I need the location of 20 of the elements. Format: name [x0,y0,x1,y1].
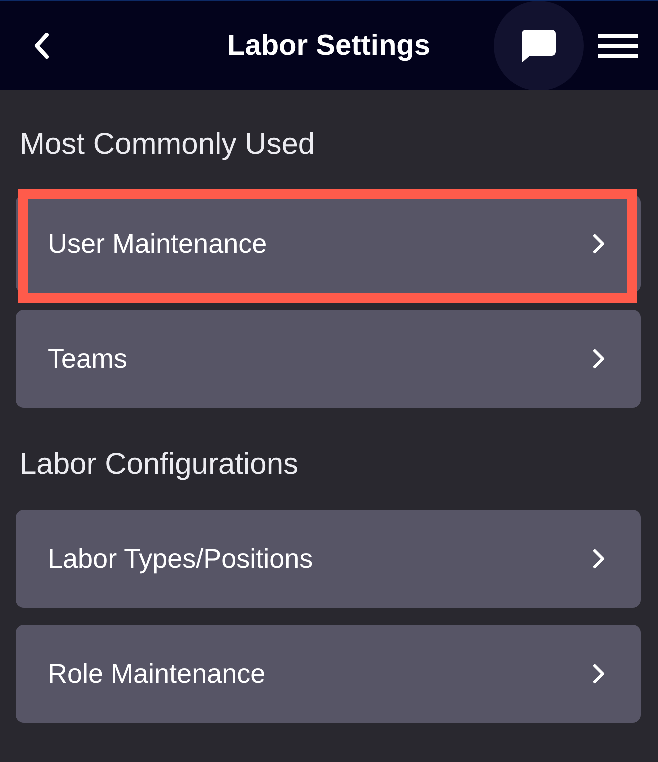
back-button[interactable] [34,33,50,59]
settings-list-item[interactable]: User Maintenance [16,195,641,293]
item-label: Labor Types/Positions [48,542,314,576]
chevron-right-icon [593,234,605,254]
settings-list-item[interactable]: Labor Types/Positions [16,510,641,608]
chevron-right-icon [593,349,605,369]
item-label: Role Maintenance [48,658,266,691]
back-icon [34,33,50,59]
section-heading: Labor Configurations [20,448,300,482]
item-label: User Maintenance [48,228,268,261]
item-label: Teams [48,342,128,376]
section-heading: Most Commonly Used [20,128,316,162]
page-title: Labor Settings [227,28,430,64]
menu-button[interactable] [598,34,638,58]
chevron-right-icon [593,664,605,684]
settings-list-item[interactable]: Teams [16,310,641,408]
menu-icon [598,34,638,58]
settings-list-item[interactable]: Role Maintenance [16,625,641,723]
chat-bubble-icon [522,30,556,62]
chevron-right-icon [593,549,605,569]
